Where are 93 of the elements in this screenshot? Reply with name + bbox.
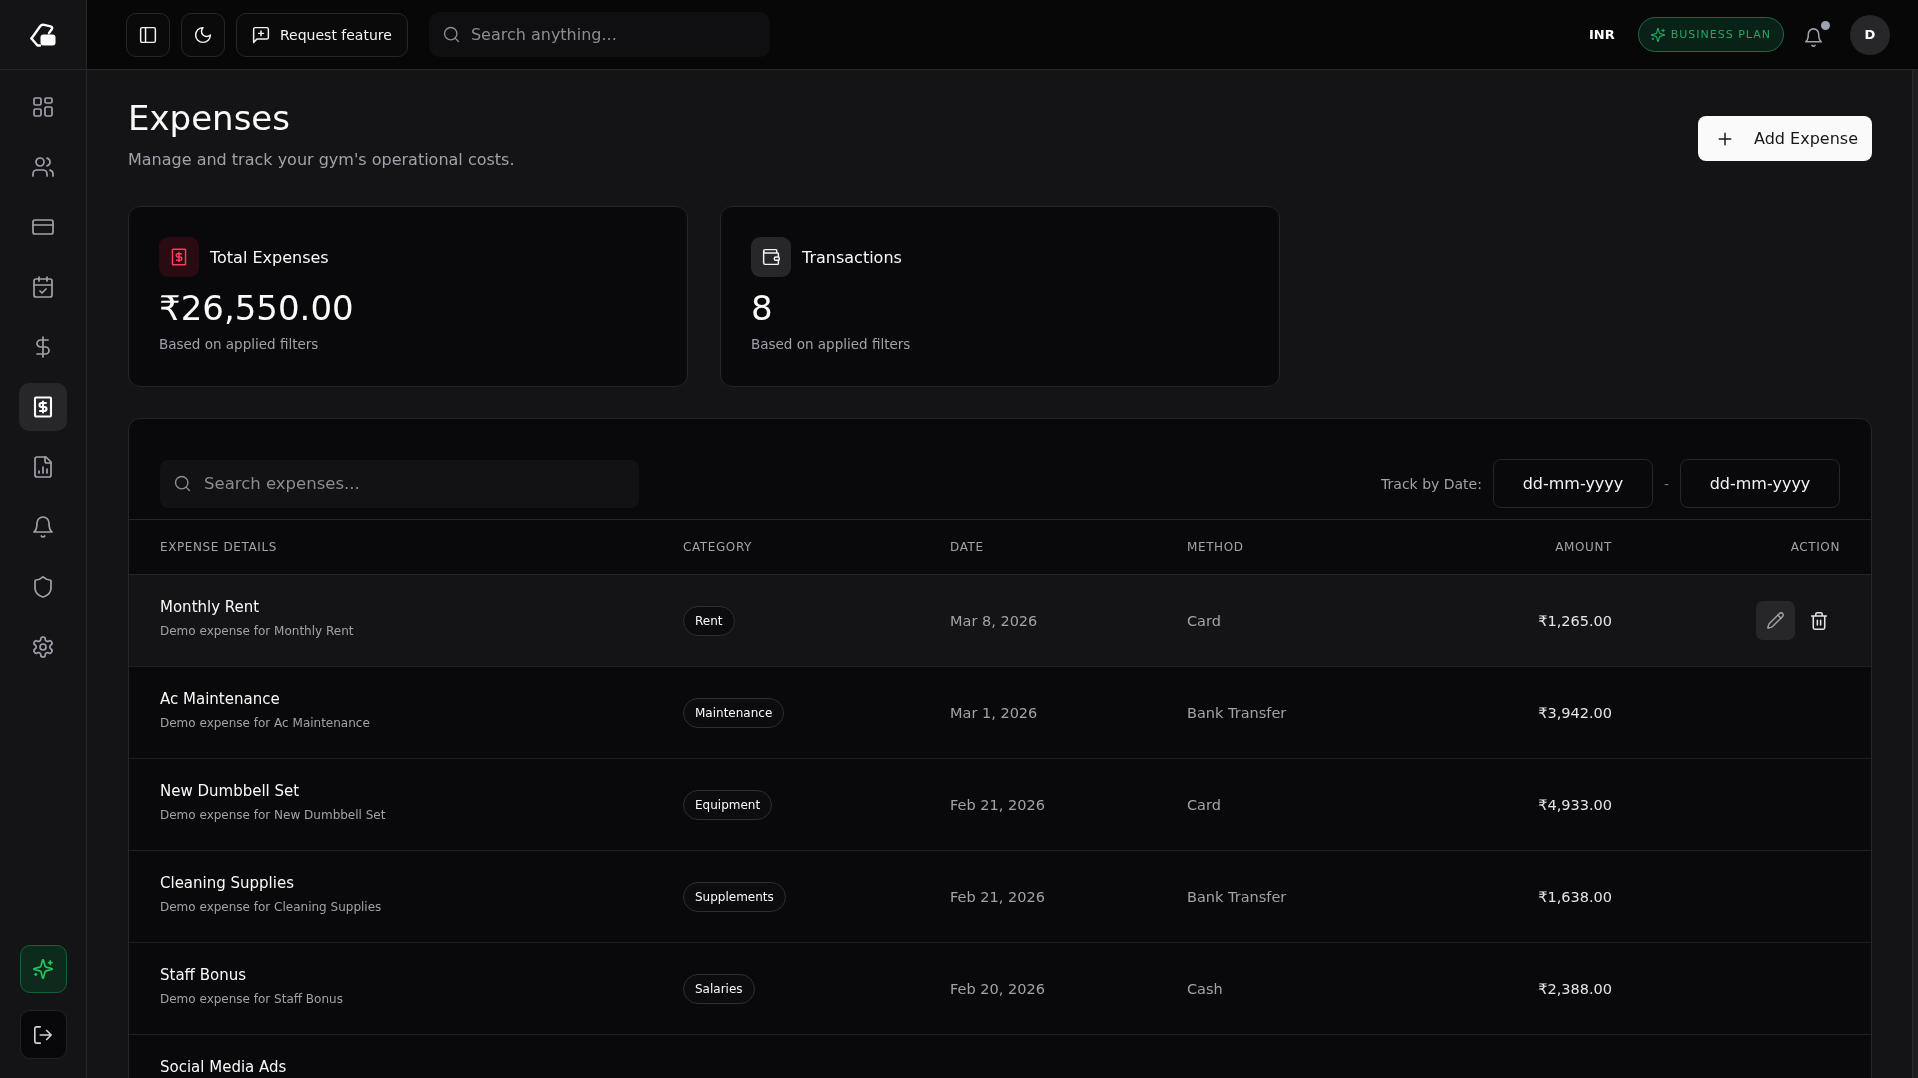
category-tag: Maintenance xyxy=(683,697,785,728)
pencil-icon xyxy=(1767,612,1784,629)
expense-amount: ₹1,638.00 xyxy=(1538,889,1612,905)
expense-description: Demo expense for Staff Bonus xyxy=(160,992,343,1007)
notifications-button[interactable] xyxy=(1804,20,1830,49)
expense-name: Monthly Rent xyxy=(160,598,260,616)
category-tag: Rent xyxy=(683,605,735,636)
stat-value: ₹26,550.00 xyxy=(159,288,354,328)
users-icon xyxy=(32,156,54,178)
table-row[interactable]: Cleaning Supplies Demo expense for Cleaning Supplies Supplements Feb 21, 2026 Bank Transfer ₹1,638.00 xyxy=(129,851,1871,943)
search-field[interactable]: Search expenses... xyxy=(160,459,639,508)
category-tag: Supplements xyxy=(683,881,786,912)
page-subtitle: Manage and track your gym's operational costs. xyxy=(128,149,515,170)
file-chart-icon xyxy=(32,456,54,478)
expense-amount: ₹2,388.00 xyxy=(1538,981,1612,997)
date-field[interactable]: dd-mm-yyyy xyxy=(1492,459,1653,508)
payment-method: Card xyxy=(1187,613,1221,629)
calendar-check-icon xyxy=(32,276,54,298)
search-icon xyxy=(442,26,460,43)
expense-description: Demo expense for New Dumbbell Set xyxy=(160,808,386,823)
logout-button[interactable] xyxy=(19,1010,67,1059)
wallet-icon xyxy=(751,237,791,277)
category-tag: Equipment xyxy=(683,789,773,820)
avatar-button[interactable]: D xyxy=(1850,14,1890,55)
payment-method: Cash xyxy=(1187,981,1223,997)
column-header: CATEGORY xyxy=(683,540,752,554)
stat-note: Based on applied filters xyxy=(159,336,319,353)
stat-value: 8 xyxy=(751,288,773,328)
expense-date: Mar 1, 2026 xyxy=(950,705,1038,721)
table-row[interactable]: Social Media Ads xyxy=(129,1035,1871,1078)
currency-label[interactable]: INR xyxy=(1589,27,1615,42)
logo-icon[interactable] xyxy=(29,21,57,48)
column-header: ACTION xyxy=(1790,540,1840,554)
payment-method: Bank Transfer xyxy=(1187,705,1287,721)
scrollbar-track[interactable] xyxy=(1912,70,1918,1078)
date-separator: - xyxy=(1663,475,1669,492)
nav-button[interactable] xyxy=(19,383,67,431)
expense-name: Cleaning Supplies xyxy=(160,874,294,892)
expense-date: Feb 20, 2026 xyxy=(950,981,1045,997)
expense-amount: ₹1,265.00 xyxy=(1538,613,1612,629)
category-tag: Salaries xyxy=(683,973,755,1004)
column-header: EXPENSE DETAILS xyxy=(160,540,277,554)
expense-name: New Dumbbell Set xyxy=(160,782,300,800)
stat-label: Total Expenses xyxy=(210,247,329,267)
sparkles-icon xyxy=(1650,27,1665,42)
shield-icon xyxy=(32,576,54,598)
trash-icon xyxy=(1810,611,1828,630)
expense-description: Demo expense for Monthly Rent xyxy=(160,624,354,639)
settings-icon xyxy=(32,636,54,658)
plan-button[interactable]: BUSINESS PLAN xyxy=(1637,17,1784,52)
sidebar-toggle-button[interactable] xyxy=(126,12,170,57)
expense-name: Social Media Ads xyxy=(160,1058,287,1076)
theme-toggle-button[interactable] xyxy=(181,12,225,57)
expense-description: Demo expense for Cleaning Supplies xyxy=(160,900,382,915)
add-expense-button[interactable]: Add Expense xyxy=(1698,116,1872,161)
payment-method: Bank Transfer xyxy=(1187,889,1287,905)
table-row[interactable]: Staff Bonus Demo expense for Staff Bonus Salaries Feb 20, 2026 Cash ₹2,388.00 xyxy=(129,943,1871,1035)
expense-date: Feb 21, 2026 xyxy=(950,889,1045,905)
expense-date: Mar 8, 2026 xyxy=(950,613,1038,629)
bell-icon xyxy=(32,516,54,538)
table-row[interactable]: Monthly Rent Demo expense for Monthly Rent Rent Mar 8, 2026 Card ₹1,265.00 xyxy=(129,575,1871,667)
search-field[interactable]: Search anything... xyxy=(428,12,770,57)
column-header: METHOD xyxy=(1187,540,1244,554)
receipt-icon xyxy=(159,237,199,277)
ai-assistant-button[interactable] xyxy=(19,945,67,993)
date-filter-label: Track by Date: xyxy=(1381,475,1482,492)
receipt-icon xyxy=(32,396,54,418)
stat-note: Based on applied filters xyxy=(751,336,911,353)
moon-icon xyxy=(194,25,212,44)
message-plus-icon xyxy=(252,25,270,44)
logout-icon xyxy=(33,1024,53,1045)
table-row[interactable]: Ac Maintenance Demo expense for Ac Maintenance Maintenance Mar 1, 2026 Bank Transfer ₹3,942.00 xyxy=(129,667,1871,759)
column-header: AMOUNT xyxy=(1555,540,1612,554)
expense-name: Staff Bonus xyxy=(160,966,246,984)
stat-label: Transactions xyxy=(802,247,902,267)
table-row[interactable]: New Dumbbell Set Demo expense for New Dumbbell Set Equipment Feb 21, 2026 Card ₹4,933.00 xyxy=(129,759,1871,851)
grid-icon xyxy=(32,96,54,118)
expense-date: Feb 21, 2026 xyxy=(950,797,1045,813)
bell-icon xyxy=(1804,27,1823,47)
page-title: Expenses xyxy=(128,98,290,139)
credit-card-icon xyxy=(32,216,54,238)
expense-description: Demo expense for Ac Maintenance xyxy=(160,716,370,731)
expense-amount: ₹4,933.00 xyxy=(1538,797,1612,813)
panel-left-icon xyxy=(139,25,157,44)
expense-amount: ₹3,942.00 xyxy=(1538,705,1612,721)
edit-button[interactable] xyxy=(1756,601,1795,640)
request-feature-button[interactable]: Request feature xyxy=(236,12,408,57)
column-header: DATE xyxy=(950,540,984,554)
sparkles-icon xyxy=(33,959,53,979)
expense-name: Ac Maintenance xyxy=(160,690,280,708)
payment-method: Card xyxy=(1187,797,1221,813)
search-icon xyxy=(174,475,191,492)
date-field[interactable]: dd-mm-yyyy xyxy=(1680,459,1840,508)
